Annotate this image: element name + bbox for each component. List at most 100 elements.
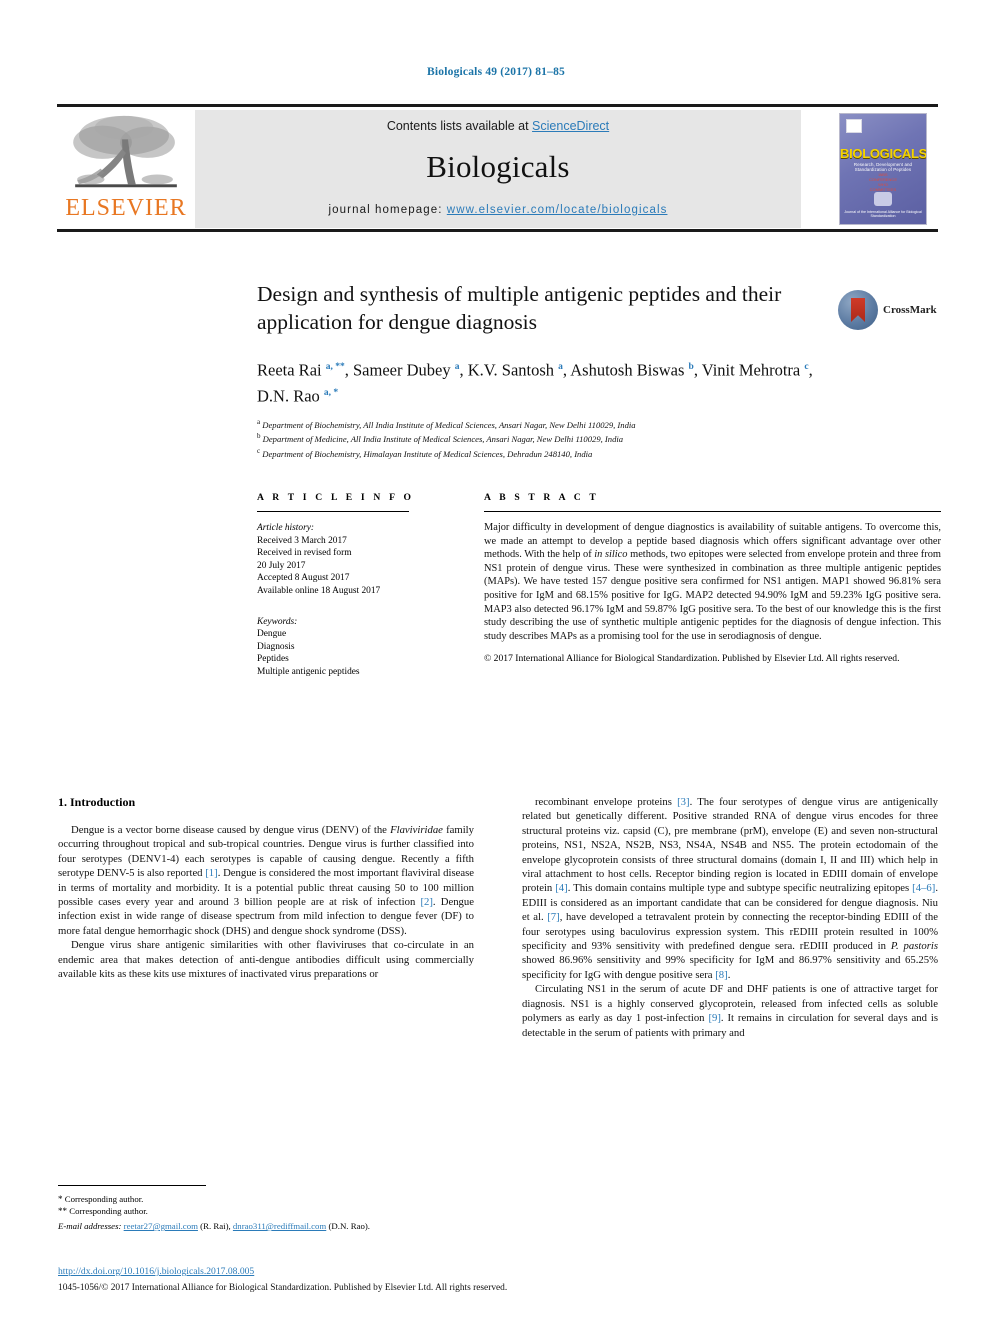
homepage-prefix: journal homepage: bbox=[328, 204, 447, 216]
crossmark-label: CrossMark bbox=[883, 304, 937, 316]
article-history-label: Article history: bbox=[257, 523, 315, 533]
keywords-lines: Dengue Diagnosis Peptides Multiple antigeni… bbox=[257, 628, 453, 678]
author-name: Ashutosh Biswas bbox=[570, 360, 689, 380]
keyword-item: Dengue bbox=[257, 629, 287, 640]
page-footer: http://dx.doi.org/10.1016/j.biologicals.… bbox=[58, 1261, 938, 1293]
reference-citation[interactable]: [9] bbox=[708, 1012, 720, 1024]
journal-masthead: ELSEVIER Contents lists available at Sci… bbox=[57, 104, 938, 232]
elsevier-tree-icon bbox=[73, 115, 177, 188]
article-history-line: Received 3 March 2017 bbox=[257, 535, 347, 546]
affiliation-mark: c bbox=[257, 446, 261, 455]
body-paragraph: Dengue is a vector borne disease caused … bbox=[58, 824, 475, 937]
sciencedirect-link[interactable]: ScienceDirect bbox=[532, 119, 609, 133]
masthead-bottom-rule bbox=[57, 229, 938, 232]
abstract-rule bbox=[484, 511, 941, 512]
reference-citation[interactable]: [8] bbox=[715, 969, 727, 981]
footnote-emails: E-mail addresses: reetar27@gmail.com (R.… bbox=[58, 1220, 474, 1232]
cover-red-lines: IABS CONFERENCE WHO COMMITTEES bbox=[868, 172, 897, 192]
footnotes: * Corresponding author. ** Corresponding… bbox=[58, 1185, 474, 1232]
footnote-corresponding-2: ** Corresponding author. bbox=[58, 1205, 474, 1217]
email-label: E-mail addresses: bbox=[58, 1221, 122, 1231]
keyword-item: Peptides bbox=[257, 654, 289, 665]
asterisk-icon: * bbox=[58, 1194, 63, 1204]
body-column-right: recombinant envelope proteins [3]. The f… bbox=[522, 795, 938, 1040]
cover-title: BIOLOGICALS bbox=[840, 146, 927, 161]
title-block: Design and synthesis of multiple antigen… bbox=[257, 280, 817, 460]
keyword-item: Multiple antigenic peptides bbox=[257, 666, 360, 677]
journal-cover-thumbnail: BIOLOGICALS Research, Development and St… bbox=[828, 110, 938, 228]
crossmark-badge-icon bbox=[838, 290, 878, 330]
article-history-line: Accepted 8 August 2017 bbox=[257, 573, 350, 584]
body-column-left: 1. Introduction Dengue is a vector borne… bbox=[58, 795, 474, 981]
body-paragraph: Circulating NS1 in the serum of acute DF… bbox=[522, 983, 938, 1039]
abstract-heading: A B S T R A C T bbox=[484, 492, 599, 503]
cover-subtitle: Research, Development and Standardizatio… bbox=[853, 162, 913, 172]
author-affiliation-mark: a bbox=[454, 362, 460, 372]
article-history-line: 20 July 2017 bbox=[257, 560, 306, 571]
italic-term: in silico bbox=[594, 549, 628, 561]
article-history-line: Received in revised form bbox=[257, 548, 352, 559]
article-info-heading: A R T I C L E I N F O bbox=[257, 492, 415, 503]
journal-title: Biologicals bbox=[426, 149, 570, 184]
footnote-corresponding-1-text: Corresponding author. bbox=[64, 1194, 144, 1204]
reference-citation[interactable]: [4] bbox=[555, 882, 567, 894]
paper-page: Biologicals 49 (2017) 81–85 ELSEVIER Con… bbox=[0, 0, 992, 1323]
italic-term: Flaviviridae bbox=[390, 824, 443, 836]
author-affiliation-mark: c bbox=[804, 362, 809, 372]
article-history-lines: Received 3 March 2017 Received in revised… bbox=[257, 535, 453, 598]
cover-art: BIOLOGICALS Research, Development and St… bbox=[839, 113, 927, 225]
email-owner-2: (D.N. Rao). bbox=[328, 1221, 371, 1231]
footnote-rule bbox=[58, 1185, 206, 1186]
journal-homepage: journal homepage: www.elsevier.com/locat… bbox=[329, 204, 668, 216]
italic-term: P. pastoris bbox=[890, 940, 938, 953]
affiliation-line: a Department of Biochemistry, All India … bbox=[257, 418, 636, 430]
author-affiliation-mark: a, ** bbox=[325, 362, 345, 372]
author-name: Vinit Mehrotra bbox=[701, 360, 805, 380]
reference-citation[interactable]: [7] bbox=[547, 911, 559, 923]
issn-copyright-line: 1045-1056/© 2017 International Alliance … bbox=[58, 1283, 508, 1293]
masthead-top-rule bbox=[57, 104, 938, 107]
author-name: D.N. Rao bbox=[257, 386, 324, 405]
doi-link[interactable]: http://dx.doi.org/10.1016/j.biologicals.… bbox=[58, 1266, 254, 1277]
affiliation-line: c Department of Biochemistry, Himalayan … bbox=[257, 446, 593, 459]
reference-citation[interactable]: [4–6] bbox=[912, 882, 935, 894]
contents-prefix: Contents lists available at bbox=[386, 119, 533, 133]
double-asterisk-icon: ** bbox=[58, 1206, 67, 1216]
footnote-corresponding-1: * Corresponding author. bbox=[58, 1193, 474, 1205]
email-link-1[interactable]: reetar27@gmail.com bbox=[124, 1221, 198, 1231]
cover-footer: Journal of the International Alliance fo… bbox=[844, 210, 922, 218]
article-info-column: A R T I C L E I N F O Article history: R… bbox=[257, 492, 453, 679]
keywords-label: Keywords: bbox=[257, 616, 298, 627]
right-paragraphs: recombinant envelope proteins [3]. The f… bbox=[522, 795, 938, 1040]
abstract-column: A B S T R A C T Major difficulty in deve… bbox=[484, 492, 941, 665]
footnote-corresponding-2-text: Corresponding author. bbox=[69, 1206, 148, 1216]
article-history-line: Available online 18 August 2017 bbox=[257, 585, 381, 596]
elsevier-wordmark: ELSEVIER bbox=[65, 195, 187, 221]
article-info-rule bbox=[257, 511, 409, 512]
author-list: Reeta Rai a, **, Sameer Dubey a, K.V. Sa… bbox=[257, 360, 813, 406]
affiliation-mark: a bbox=[257, 418, 261, 426]
abstract-copyright: © 2017 International Alliance for Biolog… bbox=[484, 653, 900, 665]
crossmark-badge[interactable]: CrossMark bbox=[838, 287, 942, 333]
section-heading-introduction: 1. Introduction bbox=[58, 795, 136, 809]
masthead-center: Contents lists available at ScienceDirec… bbox=[195, 110, 801, 228]
email-owner-1: (R. Rai), bbox=[200, 1221, 231, 1231]
author-name: Sameer Dubey bbox=[352, 360, 455, 380]
cover-elsevier-mini-icon bbox=[846, 119, 862, 133]
keywords-block: Keywords: Dengue Diagnosis Peptides Multipl… bbox=[257, 616, 453, 679]
elsevier-logo: ELSEVIER bbox=[57, 110, 195, 228]
affiliation-mark: b bbox=[257, 432, 261, 441]
abstract-text: Major difficulty in development of dengu… bbox=[484, 522, 941, 642]
affiliation-line: b Department of Medicine, All India Inst… bbox=[257, 432, 624, 445]
author-affiliation-mark: a bbox=[558, 362, 563, 372]
homepage-link[interactable]: www.elsevier.com/locate/biologicals bbox=[447, 204, 668, 216]
reference-citation[interactable]: [2] bbox=[420, 896, 432, 908]
author-affiliation-mark: a, * bbox=[323, 387, 339, 398]
author-name: K.V. Santosh bbox=[467, 360, 559, 380]
page-title: Design and synthesis of multiple antigen… bbox=[257, 282, 782, 334]
reference-citation[interactable]: [1] bbox=[205, 867, 217, 879]
author-name: Reeta Rai bbox=[257, 360, 326, 380]
running-head: Biologicals 49 (2017) 81–85 bbox=[427, 66, 565, 78]
reference-citation[interactable]: [3] bbox=[677, 796, 689, 808]
email-link-2[interactable]: dnrao311@rediffmail.com bbox=[233, 1221, 326, 1231]
